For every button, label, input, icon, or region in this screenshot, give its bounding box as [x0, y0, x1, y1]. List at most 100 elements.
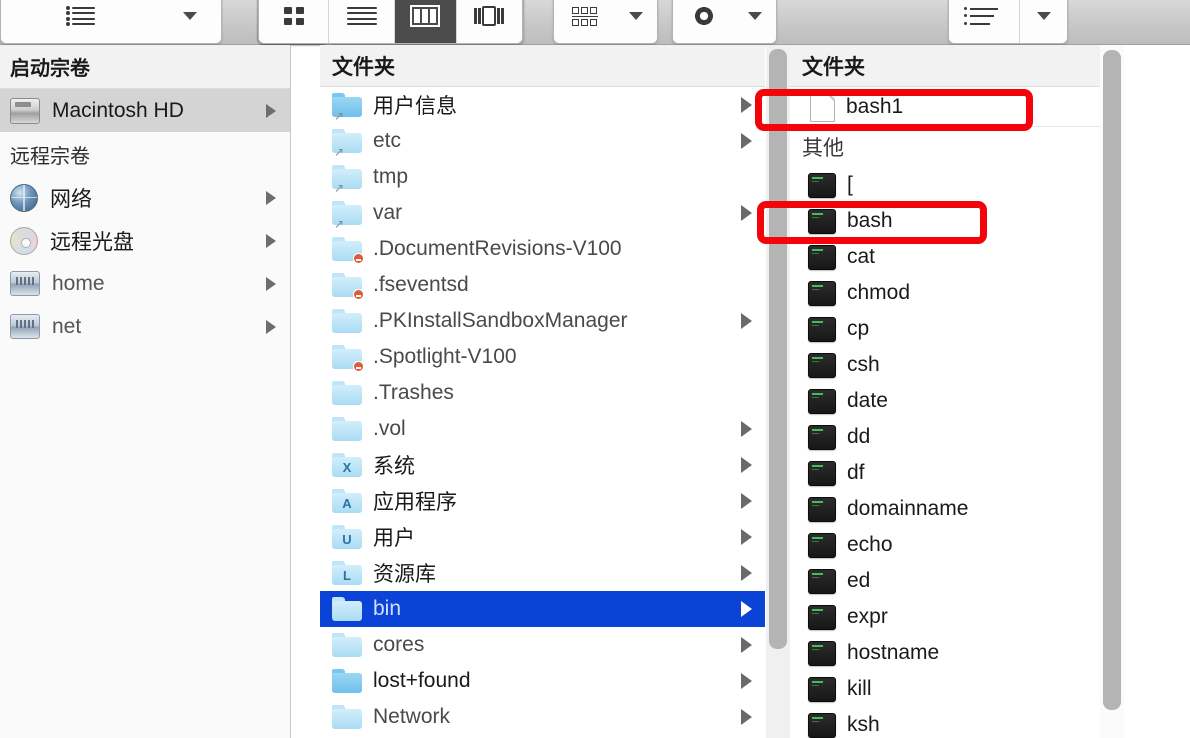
disclosure-arrow-icon[interactable] [741, 565, 752, 581]
list-item[interactable]: X 系统 [320, 447, 765, 483]
folder-icon [332, 381, 362, 405]
list-item-label: bin [373, 597, 402, 620]
column-middle-list: ↗ 用户信息 ↗ etc ↗ tmp ↗ var .DocumentRevisions-V100… [320, 87, 765, 735]
list-item[interactable]: bash [790, 203, 1100, 239]
list-item[interactable]: date [790, 383, 1100, 419]
list-item[interactable]: A 应用程序 [320, 483, 765, 519]
column-right-scrollbar[interactable] [1100, 45, 1124, 738]
sidebar-item-label: 远程光盘 [50, 230, 134, 254]
executable-icon [808, 532, 836, 558]
action-dropdown[interactable] [734, 0, 776, 43]
view-options-dropdown[interactable] [159, 0, 221, 43]
list-item[interactable]: cat [790, 239, 1100, 275]
folder-icon [332, 669, 362, 693]
executable-icon [808, 712, 836, 738]
list-item[interactable]: cores [320, 627, 765, 663]
scrollbar-thumb[interactable] [1103, 50, 1121, 710]
list-view-button[interactable] [328, 0, 394, 43]
list-item[interactable]: dd [790, 419, 1100, 455]
list-item[interactable]: ↗ etc [320, 123, 765, 159]
disclosure-arrow-icon[interactable] [266, 103, 276, 118]
scrollbar-thumb[interactable] [769, 49, 787, 649]
list-item[interactable]: csh [790, 347, 1100, 383]
list-item[interactable]: [ [790, 167, 1100, 203]
list-item[interactable]: Network [320, 699, 765, 735]
executable-icon [808, 676, 836, 702]
disclosure-arrow-icon[interactable] [741, 637, 752, 653]
list-item[interactable]: ↗ var [320, 195, 765, 231]
sort-dropdown[interactable] [1019, 0, 1067, 43]
sidebar-item-network[interactable]: 网络 [0, 176, 290, 219]
list-item[interactable]: ↗ 用户信息 [320, 87, 765, 123]
disclosure-arrow-icon[interactable] [741, 313, 752, 329]
alias-badge-icon: ↗ [334, 145, 345, 159]
list-item[interactable]: .Spotlight-V100 [320, 339, 765, 375]
list-item[interactable]: lost+found [320, 663, 765, 699]
list-item[interactable]: U 用户 [320, 519, 765, 555]
icon-view-button[interactable] [259, 0, 329, 43]
toolbar-group-sort [948, 0, 1068, 44]
list-item[interactable]: chmod [790, 275, 1100, 311]
folder-icon [332, 417, 362, 441]
list-lines-button[interactable] [1, 0, 159, 43]
list-item[interactable]: cp [790, 311, 1100, 347]
disclosure-arrow-icon[interactable] [741, 529, 752, 545]
list-item[interactable]: echo [790, 527, 1100, 563]
list-item[interactable]: ksh [790, 707, 1100, 738]
disclosure-arrow-icon[interactable] [266, 276, 276, 291]
list-item-label: date [847, 389, 888, 412]
list-item[interactable]: .fseventsd [320, 267, 765, 303]
arrange-dropdown[interactable] [615, 0, 657, 43]
disclosure-arrow-icon[interactable] [741, 421, 752, 437]
disclosure-arrow-icon[interactable] [741, 457, 752, 473]
list-item[interactable]: .vol [320, 411, 765, 447]
list-item-label: etc [373, 129, 402, 152]
disclosure-arrow-icon[interactable] [741, 709, 752, 725]
column-middle-scrollbar[interactable] [766, 45, 790, 738]
list-item[interactable]: ed [790, 563, 1100, 599]
arrange-button[interactable] [554, 0, 615, 43]
list-item[interactable]: .PKInstallSandboxManager [320, 303, 765, 339]
sidebar-item-net[interactable]: net [0, 305, 290, 348]
sort-list-button[interactable] [949, 0, 1019, 43]
list-item[interactable]: kill [790, 671, 1100, 707]
column-middle-header: 文件夹 [320, 45, 765, 87]
sidebar-item-macintosh-hd[interactable]: Macintosh HD [0, 89, 290, 132]
executable-icon [808, 172, 836, 198]
sidebar-item-home[interactable]: home [0, 262, 290, 305]
disclosure-arrow-icon[interactable] [266, 319, 276, 334]
column-right-other-list: [bash cat chmod cp csh date dd df domainname echo… [790, 167, 1100, 738]
action-gear-button[interactable] [673, 0, 734, 43]
sidebar: 启动宗卷 Macintosh HD 远程宗卷 网络 远程光盘 home net [0, 45, 291, 738]
list-item[interactable]: ↗ tmp [320, 159, 765, 195]
list-item[interactable]: bin [320, 591, 765, 627]
disclosure-arrow-icon[interactable] [741, 97, 752, 113]
sort-list-icon [963, 6, 998, 25]
list-item[interactable]: L 资源库 [320, 555, 765, 591]
disclosure-arrow-icon[interactable] [741, 205, 752, 221]
column-view-button[interactable] [393, 0, 456, 43]
executable-icon [808, 604, 836, 630]
list-item[interactable]: bash1 [790, 87, 1100, 127]
disclosure-arrow-icon[interactable] [266, 233, 276, 248]
disclosure-arrow-icon[interactable] [741, 133, 752, 149]
list-item[interactable]: domainname [790, 491, 1100, 527]
list-item[interactable]: .DocumentRevisions-V100 [320, 231, 765, 267]
coverflow-view-button[interactable] [455, 0, 522, 43]
disclosure-arrow-icon[interactable] [741, 493, 752, 509]
disclosure-arrow-icon[interactable] [741, 601, 752, 617]
list-lines-icon [65, 6, 95, 26]
arrange-grid-icon [571, 6, 598, 26]
list-item[interactable]: .Trashes [320, 375, 765, 411]
executable-icon [808, 208, 836, 234]
disclosure-arrow-icon[interactable] [266, 190, 276, 205]
executable-icon [808, 640, 836, 666]
disclosure-arrow-icon[interactable] [741, 673, 752, 689]
list-item-label: dd [847, 425, 871, 448]
executable-icon [808, 424, 836, 450]
list-item[interactable]: df [790, 455, 1100, 491]
sidebar-item-remote-disc[interactable]: 远程光盘 [0, 219, 290, 262]
list-item[interactable]: hostname [790, 635, 1100, 671]
list-item[interactable]: expr [790, 599, 1100, 635]
disc-icon [10, 226, 38, 255]
